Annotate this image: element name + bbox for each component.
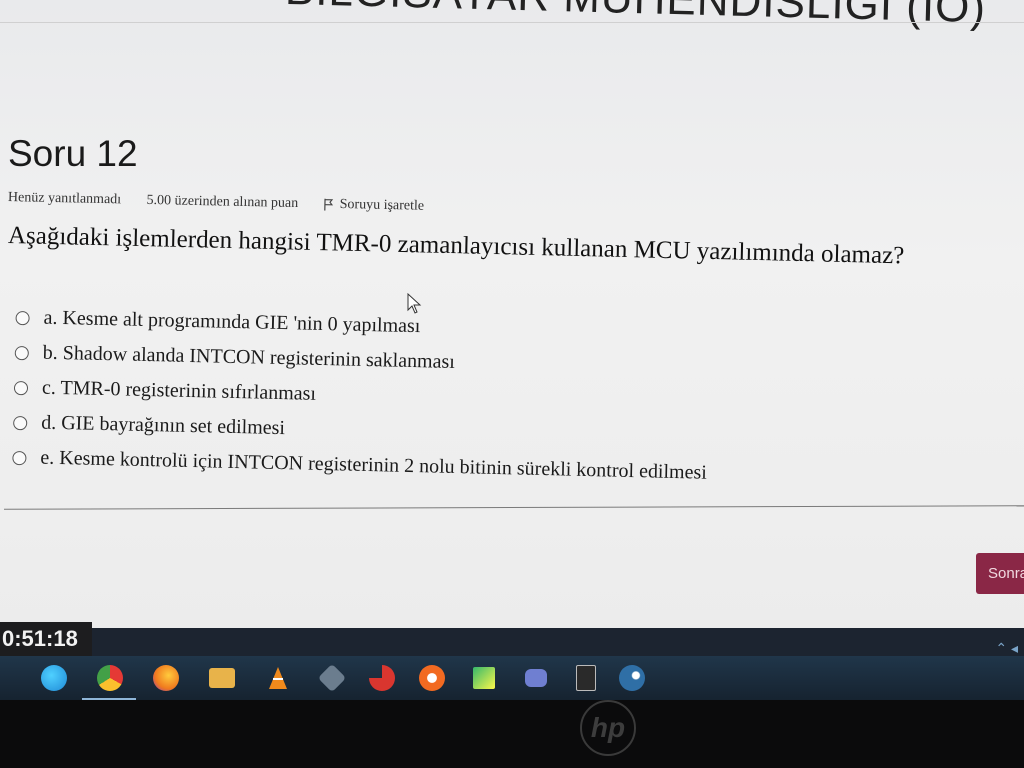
radio-button[interactable] <box>13 415 28 430</box>
steam-icon[interactable] <box>616 662 648 694</box>
browser-viewport: BILGISAYAR MÜHENDİSLİĞİ (İÖ) Soru 12 Hen… <box>0 0 1024 650</box>
question-info: Henüz yanıtlanmadı 5.00 üzerinden alınan… <box>8 190 468 216</box>
header-divider <box>0 22 1024 23</box>
answer-label: a. Kesme alt programında GIE 'nin 0 yapı… <box>43 306 421 338</box>
vlc-icon[interactable] <box>262 662 294 694</box>
radio-button[interactable] <box>15 310 30 325</box>
chrome-icon[interactable] <box>94 662 126 694</box>
flag-question-link[interactable]: Soruyu işaretle <box>323 196 447 215</box>
course-header: BILGISAYAR MÜHENDİSLİĞİ (İÖ) <box>284 0 986 33</box>
monitor-bezel <box>0 700 1024 768</box>
radio-button[interactable] <box>13 380 29 395</box>
quiz-timer: 0:51:18 <box>0 622 92 656</box>
vlc-cone-icon <box>269 667 287 689</box>
radio-button[interactable] <box>12 450 27 465</box>
ccleaner-icon[interactable] <box>366 662 398 694</box>
epic-games-icon[interactable] <box>570 662 602 694</box>
system-tray[interactable]: ⌃ ◂ <box>995 640 1018 657</box>
firefox-icon[interactable] <box>150 662 182 694</box>
answer-label: c. TMR-0 registerinin sıfırlanması <box>41 376 317 405</box>
discord-icon[interactable] <box>520 662 552 694</box>
section-divider <box>4 505 1024 510</box>
edge-icon[interactable] <box>38 662 70 694</box>
answer-label: d. GIE bayrağının set edilmesi <box>40 411 286 440</box>
question-text: Aşağıdaki işlemlerden hangisi TMR-0 zama… <box>7 222 905 270</box>
question-title: Soru 12 <box>8 133 138 174</box>
flag-question-label: Soruyu işaretle <box>339 196 425 214</box>
question-status: Henüz yanıtlanmadı <box>7 190 122 208</box>
origin-icon[interactable] <box>416 662 448 694</box>
brand-logo: hp <box>580 700 636 756</box>
mouse-pointer-icon <box>407 292 422 314</box>
answer-list: a. Kesme alt programında GIE 'nin 0 yapı… <box>12 300 710 491</box>
git-icon[interactable] <box>316 662 348 694</box>
windows-taskbar <box>0 628 1024 701</box>
question-points: 5.00 üzerinden alınan puan <box>146 192 299 212</box>
file-explorer-icon[interactable] <box>206 662 238 694</box>
answer-label: b. Shadow alanda INTCON registerinin sak… <box>42 341 456 373</box>
next-page-button[interactable]: Sonra <box>976 553 1024 594</box>
radio-button[interactable] <box>14 345 29 360</box>
flag-icon <box>323 198 333 211</box>
pycharm-icon[interactable] <box>468 662 500 694</box>
